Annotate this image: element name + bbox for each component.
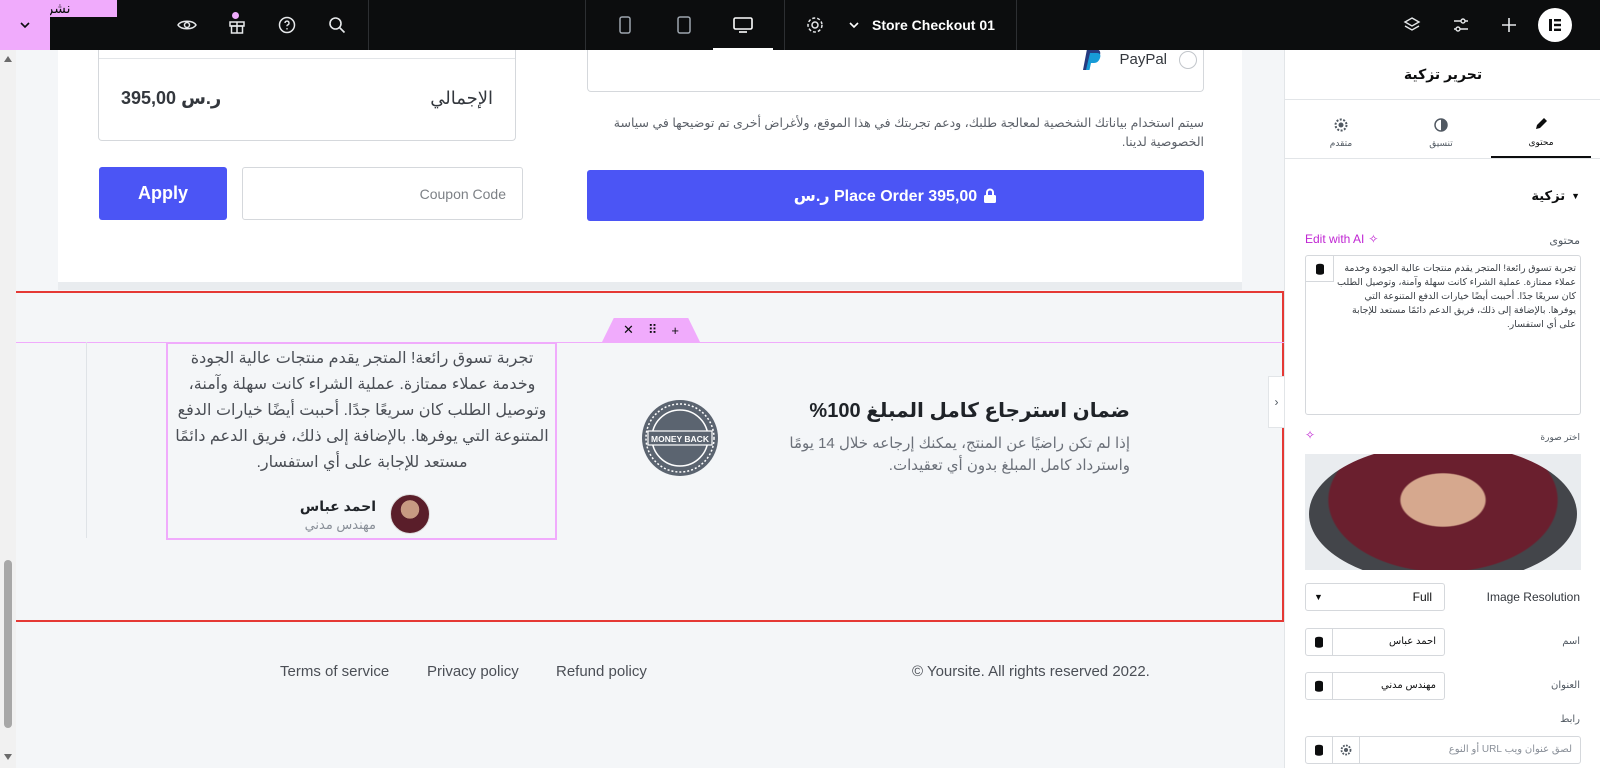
footer-link-privacy[interactable]: Privacy policy xyxy=(427,663,519,680)
guarantee-text: إذا لم تكن راضيًا عن المنتج، يمكنك إرجاع… xyxy=(789,435,1130,474)
name-label: اسم xyxy=(1562,636,1580,647)
guarantee-title: ضمان استرجاع كامل المبلغ 100% xyxy=(809,400,1130,422)
place-order-label: ر.س Place Order 395,00 xyxy=(793,187,978,205)
testimonial-widget[interactable]: تجربة تسوق رائعة! المتجر يقدم منتجات عال… xyxy=(166,342,557,540)
chevron-down-icon xyxy=(849,22,859,29)
gear-icon xyxy=(1334,118,1348,131)
place-order-button[interactable]: ر.س Place Order 395,00 xyxy=(587,170,1204,221)
site-settings-sliders-icon[interactable] xyxy=(1436,0,1486,50)
content-label: محتوى xyxy=(1549,235,1580,247)
footer-copyright: © Yoursite. All rights reserved 2022. xyxy=(912,663,1150,680)
resolution-label: Image Resolution xyxy=(1486,590,1580,604)
testimonial-author: احمد عباس مهندس مدني xyxy=(228,498,376,533)
order-summary-box: الإجمالي 395,00 ر.س xyxy=(98,50,516,141)
total-value: 395,00 ر.س xyxy=(121,88,222,108)
canvas-scrollbar[interactable] xyxy=(0,50,16,768)
image-thumbnail xyxy=(1309,454,1577,570)
resolution-value: Full xyxy=(1412,590,1432,604)
apply-coupon-button[interactable]: Apply xyxy=(99,167,227,220)
editor-top-bar: نشر Store Checkout 01 xyxy=(0,0,1600,50)
title-dynamic-tags-icon[interactable] xyxy=(1305,672,1333,700)
document-title-dropdown[interactable]: Store Checkout 01 xyxy=(848,0,995,50)
money-back-badge: MONEY BACK xyxy=(640,398,720,478)
pencil-icon xyxy=(1536,117,1547,129)
coupon-code-input[interactable]: Coupon Code xyxy=(242,167,523,220)
paypal-logo-icon xyxy=(1081,50,1103,77)
editor-panel: تحرير تزكية محتوى تنسيق متقدم تزكية ▼ مح… xyxy=(1284,50,1600,768)
section-divider xyxy=(58,282,1242,290)
testimonial-avatar xyxy=(390,494,430,534)
scrollbar-thumb[interactable] xyxy=(4,560,12,728)
scroll-down-arrow-icon[interactable] xyxy=(4,754,12,760)
edit-with-ai-button[interactable]: Edit with AI ✧ xyxy=(1305,232,1378,246)
page-settings-gear-icon[interactable] xyxy=(790,0,840,50)
testimonial-name: احمد عباس xyxy=(299,498,376,514)
panel-title: تحرير تزكية xyxy=(1285,50,1600,100)
drag-handle-icon[interactable]: ⠿ xyxy=(648,322,658,338)
elementor-logo[interactable] xyxy=(1538,8,1572,42)
help-icon[interactable] xyxy=(262,0,312,50)
mobile-view-icon[interactable] xyxy=(600,0,650,50)
lock-icon xyxy=(984,188,997,203)
close-icon[interactable]: ✕ xyxy=(623,322,634,338)
dynamic-tags-icon[interactable] xyxy=(1306,256,1334,282)
select-caret-icon: ▼ xyxy=(1314,592,1323,602)
caret-down-icon: ▼ xyxy=(1571,191,1580,201)
footer-link-terms[interactable]: Terms of service xyxy=(280,663,389,680)
paypal-radio[interactable] xyxy=(1179,51,1197,69)
testimonial-content: تجربة تسوق رائعة! المتجر يقدم منتجات عال… xyxy=(175,350,549,471)
title-label: العنوان xyxy=(1551,680,1580,691)
tab-content[interactable]: محتوى xyxy=(1491,108,1591,158)
resolution-select[interactable]: ▼ Full xyxy=(1305,583,1445,611)
add-element-plus-icon[interactable] xyxy=(1484,0,1534,50)
tab-advanced[interactable]: متقدم xyxy=(1291,108,1391,158)
section-toggle-tazkiya[interactable]: تزكية ▼ xyxy=(1531,188,1580,204)
panel-collapse-chevron-icon[interactable]: › xyxy=(1268,376,1284,428)
footer-link-refund[interactable]: Refund policy xyxy=(556,663,647,680)
name-dynamic-tags-icon[interactable] xyxy=(1305,628,1333,656)
search-icon[interactable] xyxy=(312,0,362,50)
badge-text: MONEY BACK xyxy=(651,434,710,444)
section-handle[interactable]: ✕ ⠿ + xyxy=(602,318,700,342)
payment-method-paypal[interactable]: PayPal xyxy=(587,50,1204,92)
publish-options-chevron-icon[interactable] xyxy=(0,0,50,50)
scroll-up-arrow-icon[interactable] xyxy=(4,56,12,62)
column-divider xyxy=(86,342,87,538)
link-options-gear-icon[interactable] xyxy=(1332,736,1360,764)
layers-icon[interactable] xyxy=(1387,0,1437,50)
whats-new-gift-icon[interactable] xyxy=(212,0,262,50)
ai-sparkle-icon: ✧ xyxy=(1368,232,1379,246)
editor-canvas: الإجمالي 395,00 ر.س PayPal سيتم استخدام … xyxy=(16,50,1284,768)
add-section-plus-icon[interactable]: + xyxy=(671,323,679,338)
testimonial-job: مهندس مدني xyxy=(304,517,376,532)
notification-dot xyxy=(232,12,239,19)
tablet-view-icon[interactable] xyxy=(659,0,709,50)
link-dynamic-tags-icon[interactable] xyxy=(1305,736,1333,764)
document-title: Store Checkout 01 xyxy=(872,17,995,33)
image-ai-sparkle-icon[interactable]: ✧ xyxy=(1305,428,1315,442)
desktop-view-icon[interactable] xyxy=(718,0,768,50)
title-input[interactable]: مهندس مدني xyxy=(1332,672,1445,700)
content-textarea-value: تجربة تسوق رائعة! المتجر يقدم منتجات عال… xyxy=(1337,263,1576,330)
name-input[interactable]: احمد عباس xyxy=(1332,628,1445,656)
guarantee-block: ضمان استرجاع كامل المبلغ 100% إذا لم تكن… xyxy=(738,398,1130,477)
contrast-icon xyxy=(1434,117,1448,132)
tab-style[interactable]: تنسيق xyxy=(1391,108,1491,158)
image-preview[interactable] xyxy=(1305,454,1581,570)
paypal-label: PayPal xyxy=(1119,51,1167,68)
preview-eye-icon[interactable] xyxy=(162,0,212,50)
privacy-note: سيتم استخدام بياناتك الشخصية لمعالجة طلب… xyxy=(613,116,1204,149)
image-label: اختر صورة xyxy=(1540,432,1580,442)
link-label: رابط xyxy=(1560,714,1580,725)
content-textarea[interactable]: تجربة تسوق رائعة! المتجر يقدم منتجات عال… xyxy=(1305,255,1581,415)
total-label: الإجمالي xyxy=(430,88,493,108)
link-input[interactable]: لصق عنوان ويب URL أو النوع xyxy=(1359,736,1581,764)
